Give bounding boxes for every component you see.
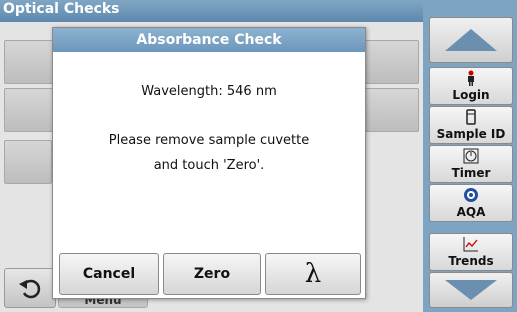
zero-button[interactable]: Zero xyxy=(163,253,261,295)
right-sidebar: Login Sample ID Timer AQA Trends xyxy=(423,0,517,312)
dialog-title: Absorbance Check xyxy=(53,28,365,52)
wavelength-lambda-button[interactable]: λ xyxy=(265,253,361,295)
wavelength-text: Wavelength: 546 nm xyxy=(141,84,277,99)
scroll-up-button[interactable] xyxy=(429,17,513,63)
absorbance-check-dialog: Absorbance Check Wavelength: 546 nm Plea… xyxy=(52,27,366,299)
down-arrow-icon xyxy=(445,280,497,300)
back-arrow-icon xyxy=(19,279,41,299)
timer-icon xyxy=(430,148,512,166)
up-arrow-icon xyxy=(445,29,497,51)
sidebar-item-label: AQA xyxy=(456,205,486,219)
screen-header: Optical Checks xyxy=(0,0,423,22)
sample-id-button[interactable]: Sample ID xyxy=(429,106,513,144)
background-row xyxy=(4,140,52,184)
trends-button[interactable]: Trends xyxy=(429,233,513,271)
trends-icon xyxy=(430,236,512,254)
person-icon xyxy=(430,70,512,88)
sidebar-item-label: Timer xyxy=(451,166,491,180)
instruction-line-1: Please remove sample cuvette xyxy=(108,133,310,148)
cancel-button[interactable]: Cancel xyxy=(59,253,159,295)
instruction-line-2: and touch 'Zero'. xyxy=(153,158,265,173)
login-button[interactable]: Login xyxy=(429,67,513,105)
sidebar-item-label: Sample ID xyxy=(436,127,506,141)
back-button[interactable] xyxy=(4,268,56,308)
scroll-down-button[interactable] xyxy=(429,272,513,308)
aqa-button[interactable]: AQA xyxy=(429,184,513,222)
sidebar-item-label: Login xyxy=(452,88,490,102)
cuvette-icon xyxy=(430,109,512,127)
screen-title: Optical Checks xyxy=(3,1,120,17)
aqa-icon xyxy=(430,187,512,205)
sidebar-item-label: Trends xyxy=(448,254,494,268)
timer-button[interactable]: Timer xyxy=(429,145,513,183)
